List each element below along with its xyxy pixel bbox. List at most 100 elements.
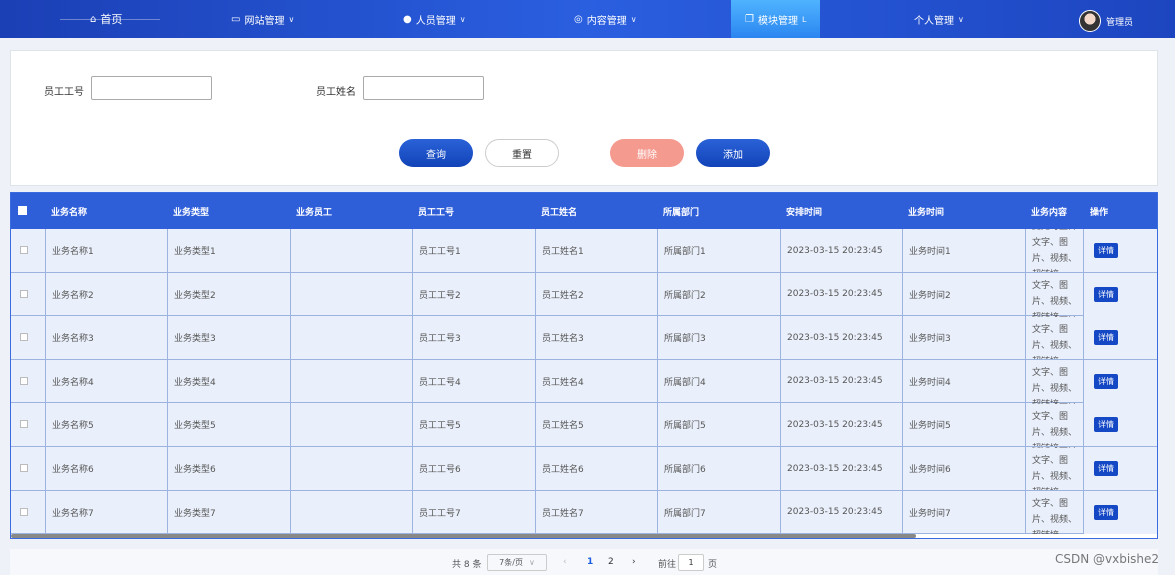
- next-page-button[interactable]: ›: [632, 557, 636, 567]
- table-row[interactable]: 业务名称6 业务类型6 员工工号6 员工姓名6 所属部门6 2023-03-15 20:2…: [11, 447, 1157, 491]
- chevron-down-icon: ∨: [630, 14, 637, 24]
- cell-emp-no: 员工工号2: [412, 272, 535, 316]
- chevron-icon: ᒪ: [801, 14, 807, 24]
- cell-emp-no: 员工工号6: [412, 447, 535, 490]
- chevron-down-icon: ∨: [459, 14, 466, 24]
- add-button[interactable]: 添加: [696, 139, 770, 167]
- cell-actions: 详情: [1083, 316, 1157, 360]
- header-biz-type[interactable]: 业务类型: [173, 193, 209, 229]
- reset-button[interactable]: 重置: [485, 139, 559, 167]
- table-row[interactable]: 业务名称4 业务类型4 员工工号4 员工姓名4 所属部门4 2023-03-15 20:2…: [11, 359, 1157, 404]
- cell-biz-time: 业务时间3: [902, 316, 1025, 360]
- cell-staff: [290, 316, 412, 360]
- header-emp-no[interactable]: 员工工号: [418, 193, 454, 229]
- query-button[interactable]: 查询: [399, 139, 473, 167]
- cell-time: 2023-03-15 20:23:45: [780, 272, 902, 316]
- row-checkbox[interactable]: [20, 420, 28, 429]
- header-dept[interactable]: 所属部门: [663, 193, 699, 229]
- nav-module[interactable]: ❐ 模块管理 ᒪ: [731, 0, 821, 38]
- header-arrange-time[interactable]: 安排时间: [786, 193, 822, 229]
- table-row[interactable]: 业务名称3 业务类型3 员工工号3 员工姓名3 所属部门3 2023-03-15 20:2…: [11, 316, 1157, 360]
- cell-staff: [290, 490, 412, 534]
- row-checkbox[interactable]: [20, 464, 28, 472]
- emp-name-input[interactable]: [363, 76, 484, 100]
- cell-emp-no: 员工工号7: [412, 490, 535, 534]
- emp-name-label: 员工姓名: [316, 87, 356, 98]
- table-row[interactable]: 业务名称1 业务类型1 员工工号1 员工姓名1 所属部门1 2023-03-15 20:2…: [11, 229, 1157, 273]
- nav-personal-label: 个人管理: [914, 15, 954, 27]
- header-biz-staff[interactable]: 业务员工: [296, 193, 332, 229]
- top-nav: ⌂ 首页 ▭ 网站管理 ∨ ● 人员管理 ∨ ◎ 内容管理 ∨ ❐ 模块管理 ᒪ…: [0, 0, 1175, 38]
- cell-type: 业务类型1: [167, 229, 290, 272]
- goto-page-input[interactable]: 1: [678, 554, 704, 571]
- cell-type: 业务类型7: [167, 490, 290, 534]
- header-emp-name[interactable]: 员工姓名: [541, 193, 577, 229]
- cell-actions: 详情: [1083, 447, 1157, 490]
- prev-page-button[interactable]: ‹: [563, 557, 567, 567]
- user-name[interactable]: 管理员: [1106, 15, 1133, 28]
- select-all-checkbox[interactable]: [18, 206, 27, 215]
- cell-emp-no: 员工工号5: [412, 403, 535, 447]
- cell-staff: [290, 229, 412, 272]
- row-checkbox[interactable]: [20, 246, 28, 254]
- home-icon: ⌂: [90, 13, 97, 25]
- row-checkbox[interactable]: [20, 376, 28, 385]
- emp-no-input[interactable]: [91, 76, 212, 100]
- header-biz-name[interactable]: 业务名称: [51, 193, 87, 229]
- header-biz-content[interactable]: 业务内容: [1031, 193, 1067, 229]
- cell-type: 业务类型6: [167, 447, 290, 490]
- detail-button[interactable]: 详情: [1094, 330, 1118, 346]
- horizontal-scrollbar[interactable]: [11, 534, 916, 538]
- cell-content: 此处可上传文字、图片、视频、超链接、...: [1025, 229, 1083, 272]
- cell-actions: 详情: [1083, 229, 1157, 272]
- avatar[interactable]: [1079, 10, 1101, 32]
- page-1-button[interactable]: 1: [587, 557, 593, 567]
- cell-staff: [290, 359, 412, 403]
- page-size-select[interactable]: 7条/页 ∨: [487, 554, 547, 571]
- cell-emp-name: 员工姓名7: [535, 490, 657, 534]
- chevron-down-icon: ∨: [288, 14, 295, 24]
- cell-name: 业务名称2: [45, 272, 167, 316]
- cell-name: 业务名称7: [45, 490, 167, 534]
- nav-website[interactable]: ▭ 网站管理 ∨: [231, 0, 294, 38]
- table-row[interactable]: 业务名称2 业务类型2 员工工号2 员工姓名2 所属部门2 2023-03-15 20:2…: [11, 272, 1157, 317]
- row-checkbox[interactable]: [20, 507, 28, 516]
- header-biz-time[interactable]: 业务时间: [908, 193, 944, 229]
- cell-type: 业务类型3: [167, 316, 290, 360]
- page-2-button[interactable]: 2: [608, 557, 614, 567]
- cell-name: 业务名称5: [45, 403, 167, 447]
- cell-emp-name: 员工姓名4: [535, 359, 657, 403]
- cell-staff: [290, 272, 412, 316]
- cell-biz-time: 业务时间2: [902, 272, 1025, 316]
- cell-emp-name: 员工姓名5: [535, 403, 657, 447]
- cell-emp-no: 员工工号4: [412, 359, 535, 403]
- cell-dept: 所属部门4: [657, 359, 780, 403]
- detail-button[interactable]: 详情: [1094, 461, 1118, 476]
- nav-home[interactable]: ⌂ 首页: [90, 0, 122, 38]
- chevron-down-icon: ∨: [528, 558, 535, 567]
- row-checkbox[interactable]: [20, 333, 28, 342]
- cell-time: 2023-03-15 20:23:45: [780, 229, 902, 272]
- cell-biz-time: 业务时间1: [902, 229, 1025, 272]
- watermark: CSDN @vxbishe2: [1055, 552, 1160, 566]
- cell-time: 2023-03-15 20:23:45: [780, 359, 902, 403]
- goto-label: 前往: [658, 560, 677, 570]
- cell-content: 此处可上传文字、图片、视频、超链接、...: [1025, 359, 1083, 403]
- cell-emp-name: 员工姓名6: [535, 447, 657, 490]
- nav-staff[interactable]: ● 人员管理 ∨: [403, 0, 466, 38]
- detail-button[interactable]: 详情: [1094, 286, 1118, 302]
- detail-button[interactable]: 详情: [1094, 373, 1118, 389]
- detail-button[interactable]: 详情: [1094, 504, 1118, 520]
- table-row[interactable]: 业务名称5 业务类型5 员工工号5 员工姓名5 所属部门5 2023-03-15 20:2…: [11, 403, 1157, 447]
- detail-button[interactable]: 详情: [1094, 417, 1118, 433]
- nav-personal[interactable]: 个人管理 ∨: [914, 0, 964, 38]
- cell-time: 2023-03-15 20:23:45: [780, 316, 902, 360]
- nav-website-label: 网站管理: [244, 15, 285, 27]
- row-checkbox[interactable]: [20, 289, 28, 298]
- detail-button[interactable]: 详情: [1094, 243, 1118, 258]
- table-row[interactable]: 业务名称7 业务类型7 员工工号7 员工姓名7 所属部门7 2023-03-15 20:2…: [11, 490, 1157, 535]
- delete-button[interactable]: 删除: [610, 139, 684, 167]
- nav-content[interactable]: ◎ 内容管理 ∨: [574, 0, 637, 38]
- cell-emp-name: 员工姓名1: [535, 229, 657, 272]
- pager-total: 共 8 条: [452, 560, 482, 570]
